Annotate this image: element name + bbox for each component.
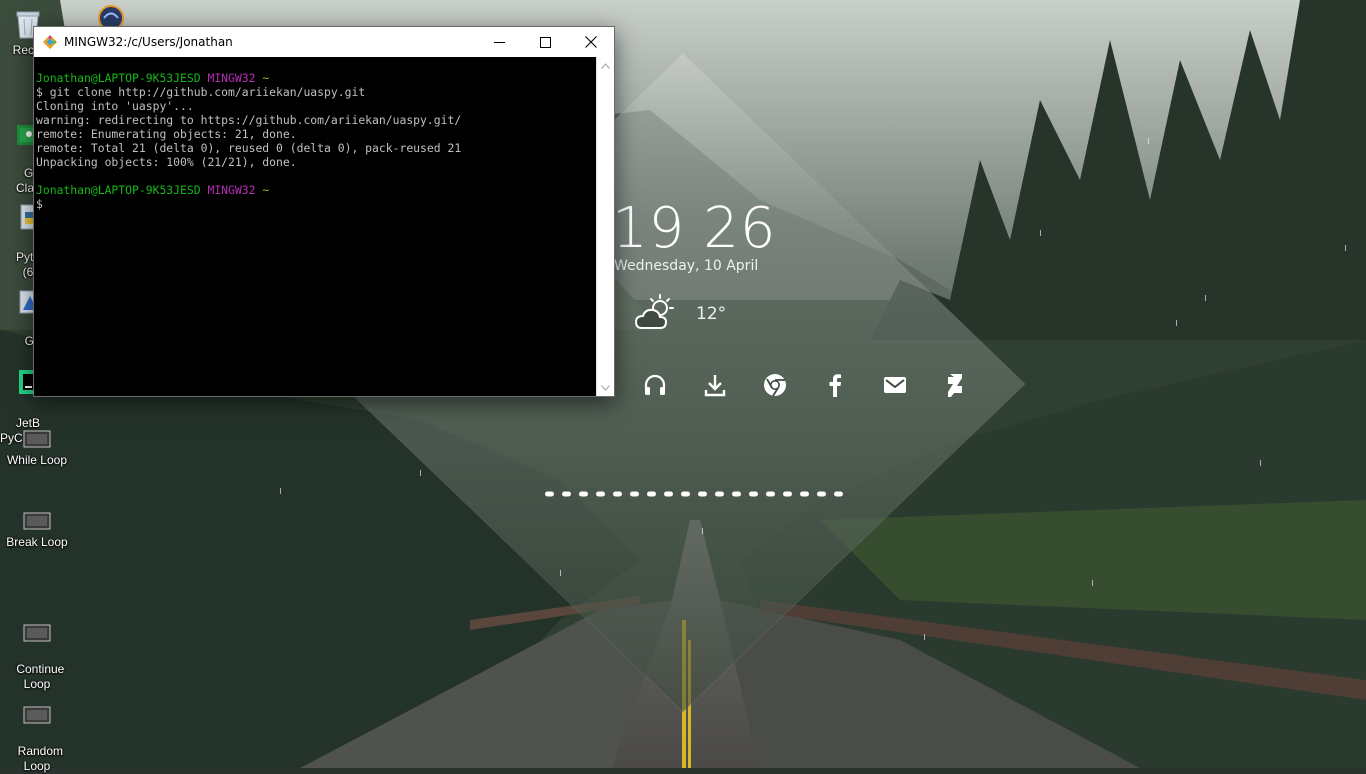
break-loop-file-icon — [23, 512, 51, 530]
progress-dot — [715, 491, 724, 497]
prompt-path: ~ — [262, 183, 270, 197]
progress-dot — [800, 491, 809, 497]
git-diamond-icon — [42, 34, 58, 50]
terminal-console[interactable]: Jonathan@LAPTOP-9K53JESD MINGW32 ~ $ git … — [34, 57, 596, 396]
maximize-button[interactable] — [522, 27, 568, 57]
continue-loop-file-icon — [23, 624, 51, 642]
terminal-window[interactable]: MINGW32:/c/Users/Jonathan Jonathan@LAPTO… — [33, 26, 615, 397]
chrome-icon[interactable] — [761, 371, 789, 399]
progress-dot — [562, 491, 571, 497]
output-line: remote: Enumerating objects: 21, done. — [36, 127, 297, 141]
progress-dot — [766, 491, 775, 497]
progress-dots — [545, 491, 843, 497]
chevron-up-icon — [601, 62, 610, 69]
output-line: warning: redirecting to https://github.c… — [36, 113, 462, 127]
prompt-system: MINGW32 — [207, 71, 256, 85]
prompt-path: ~ — [262, 71, 270, 85]
input-line[interactable]: $ — [36, 197, 596, 211]
output-line: Cloning into 'uaspy'... — [36, 99, 194, 113]
output-line: $ git clone http://github.com/ariiekan/u… — [36, 85, 366, 99]
weather-temperature: 12° — [696, 304, 727, 324]
while-loop-file-icon — [23, 430, 51, 448]
progress-dot — [664, 491, 673, 497]
scroll-down-button[interactable] — [597, 379, 614, 396]
maximize-icon — [539, 36, 551, 48]
prompt-user: Jonathan@LAPTOP-9K53JESD — [36, 71, 201, 85]
progress-dot — [613, 491, 622, 497]
close-icon — [585, 36, 597, 48]
progress-dot — [732, 491, 741, 497]
progress-dot — [698, 491, 707, 497]
desktop-icon-label: Random Loop — [17, 744, 64, 773]
download-icon[interactable] — [701, 371, 729, 399]
desktop-icon-random-loop[interactable]: Random Loop — [0, 674, 74, 774]
output-line: Unpacking objects: 100% (21/21), done. — [36, 155, 297, 169]
clock-minutes: 26 — [703, 196, 777, 261]
desktop-icon-label: While Loop — [6, 453, 68, 467]
prompt-line: Jonathan@LAPTOP-9K53JESD MINGW32 ~ — [36, 183, 596, 197]
clock-time: 19 26 — [612, 196, 777, 261]
desktop-icon-while-loop[interactable]: While Loop — [0, 428, 74, 468]
progress-dot — [834, 491, 843, 497]
progress-dot — [681, 491, 690, 497]
progress-dot — [817, 491, 826, 497]
chevron-down-icon — [601, 384, 610, 391]
clock-hours: 19 — [612, 196, 686, 261]
progress-dot — [783, 491, 792, 497]
random-loop-file-icon — [23, 706, 51, 724]
facebook-icon[interactable] — [821, 371, 849, 399]
desktop-icon-label: Break Loop — [6, 535, 68, 549]
headphones-icon[interactable] — [641, 371, 669, 399]
window-titlebar[interactable]: MINGW32:/c/Users/Jonathan — [34, 27, 614, 57]
progress-dot — [596, 491, 605, 497]
close-button[interactable] — [568, 27, 614, 57]
progress-dot — [749, 491, 758, 497]
output-line: remote: Total 21 (delta 0), reused 0 (de… — [36, 141, 462, 155]
prompt-user: Jonathan@LAPTOP-9K53JESD — [36, 183, 201, 197]
prompt-line: Jonathan@LAPTOP-9K53JESD MINGW32 ~ — [36, 71, 596, 85]
mail-icon[interactable] — [881, 371, 909, 399]
vertical-scrollbar[interactable] — [596, 57, 614, 396]
progress-dot — [579, 491, 588, 497]
minimize-icon — [493, 41, 505, 43]
window-title: MINGW32:/c/Users/Jonathan — [64, 35, 233, 49]
clock-date: Wednesday, 10 April — [614, 258, 759, 274]
progress-dot — [545, 491, 554, 497]
desktop-icon-break-loop[interactable]: Break Loop — [0, 510, 74, 550]
progress-dot — [647, 491, 656, 497]
prompt-system: MINGW32 — [207, 183, 256, 197]
partly-cloudy-sun-icon — [634, 294, 674, 329]
scroll-up-button[interactable] — [597, 57, 614, 74]
deviantart-icon[interactable] — [941, 371, 969, 399]
minimize-button[interactable] — [476, 27, 522, 57]
progress-dot — [630, 491, 639, 497]
